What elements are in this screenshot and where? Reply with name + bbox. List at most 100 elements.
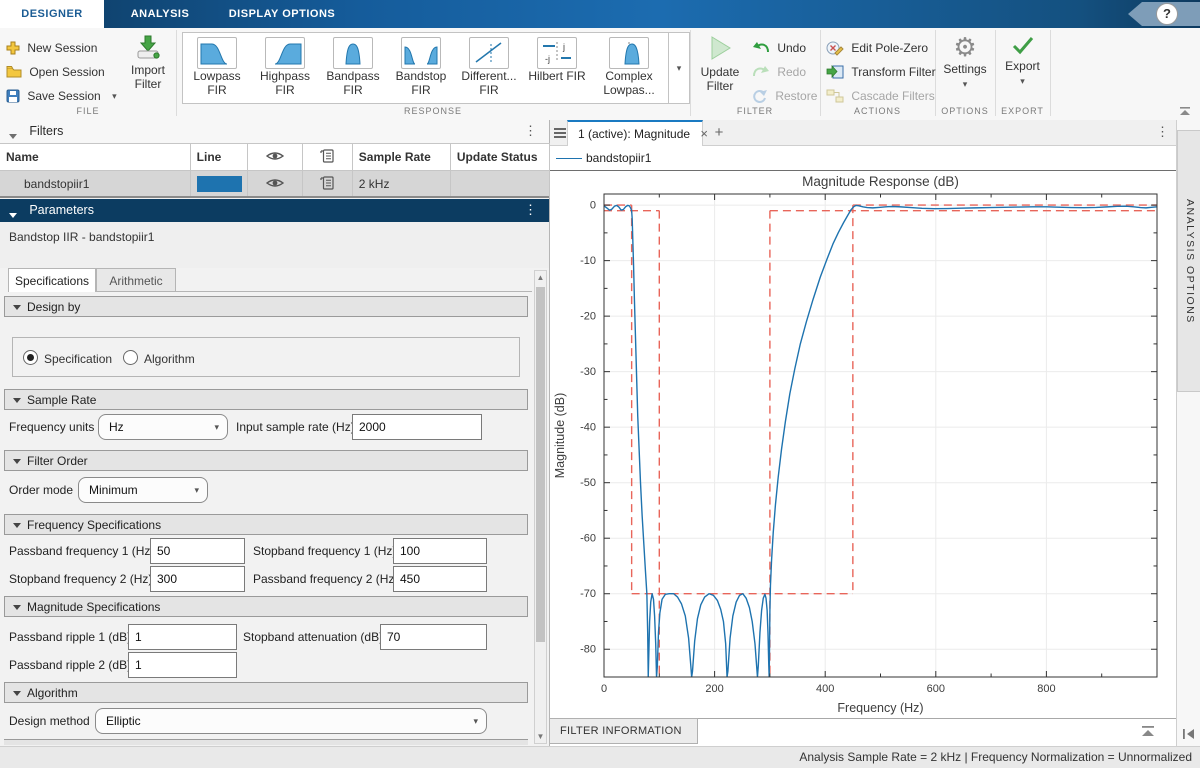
svg-text:Magnitude (dB): Magnitude (dB): [553, 393, 567, 478]
parameters-menu-icon[interactable]: ⋮: [524, 203, 537, 217]
legend-label: bandstopiir1: [586, 151, 651, 165]
analysis-options-tab[interactable]: ANALYSIS OPTIONS: [1177, 130, 1200, 392]
gear-icon: ⚙: [935, 32, 995, 62]
input-sample-rate-field[interactable]: [352, 414, 482, 440]
col-update-status: Update Status: [450, 144, 549, 171]
tab-designer[interactable]: DESIGNER: [0, 0, 104, 28]
dropdown-chevron-icon: ▾: [214, 415, 219, 439]
stopband-attenuation-field[interactable]: [380, 624, 487, 650]
tab-list-icon[interactable]: [554, 128, 566, 138]
display-tab-active[interactable]: 1 (active): Magnitude ×: [567, 120, 703, 146]
line-color-cell[interactable]: [190, 171, 247, 198]
status-text: Analysis Sample Rate = 2 kHz | Frequency…: [799, 750, 1192, 764]
ribbon: New Session Open Session Save Session ▾ …: [0, 28, 1200, 121]
open-session-button[interactable]: Open Session: [6, 60, 105, 82]
svg-text:Magnitude Response (dB): Magnitude Response (dB): [802, 174, 959, 189]
parameters-panel-header[interactable]: Parameters ⋮: [0, 199, 549, 222]
filters-table: Name Line Sample Rate Update Status band…: [0, 143, 550, 198]
cascade-filters-button[interactable]: Cascade Filters: [826, 84, 935, 106]
save-session-button[interactable]: Save Session ▾: [6, 84, 117, 106]
stopband-attenuation-label: Stopband attenuation (dB): [243, 624, 383, 650]
export-button[interactable]: Export ▾: [995, 34, 1050, 85]
undo-icon: [752, 41, 770, 55]
radio-specification[interactable]: Specification: [23, 350, 112, 366]
play-icon: [706, 34, 734, 62]
filters-menu-icon[interactable]: ⋮: [524, 124, 537, 138]
actions-section-label: ACTIONS: [820, 106, 935, 118]
edit-pole-zero-button[interactable]: Edit Pole-Zero: [826, 36, 928, 58]
tab-analysis[interactable]: ANALYSIS: [104, 0, 216, 28]
scrollbar-thumb[interactable]: [536, 287, 545, 642]
redo-icon: [752, 65, 770, 79]
filters-panel-header[interactable]: Filters ⋮: [0, 120, 549, 144]
response-bandpass-fir[interactable]: Bandpass FIR: [319, 33, 387, 101]
section-magnitude-specifications[interactable]: Magnitude Specifications: [4, 596, 528, 617]
scroll-down-icon[interactable]: ▼: [535, 732, 546, 741]
svg-text:-70: -70: [580, 588, 596, 600]
stopband-frequency-1-label: Stopband frequency 1 (Hz): [253, 538, 396, 564]
response-highpass-fir[interactable]: Highpass FIR: [251, 33, 319, 101]
dock-left-icon[interactable]: [1182, 728, 1196, 740]
section-filter-order[interactable]: Filter Order: [4, 450, 528, 471]
undo-button[interactable]: Undo: [752, 36, 806, 58]
col-name: Name: [0, 144, 190, 171]
visibility-cell[interactable]: [247, 171, 302, 198]
save-session-chevron-icon[interactable]: ▾: [112, 91, 117, 101]
line-color-swatch[interactable]: [197, 176, 242, 192]
passband-ripple-2-field[interactable]: [128, 652, 237, 678]
section-design-by[interactable]: Design by: [4, 296, 528, 317]
radio-algorithm[interactable]: Algorithm: [123, 350, 195, 366]
options-section-label: OPTIONS: [935, 106, 995, 118]
scroll-up-icon[interactable]: ▲: [535, 273, 546, 282]
stopband-frequency-1-field[interactable]: [393, 538, 487, 564]
passband-frequency-1-label: Passband frequency 1 (Hz): [9, 538, 154, 564]
tab-arithmetic[interactable]: Arithmetic: [96, 268, 176, 292]
response-bandstop-fir[interactable]: Bandstop FIR: [387, 33, 455, 101]
stopband-frequency-2-field[interactable]: [150, 566, 245, 592]
settings-button[interactable]: ⚙ Settings ▾: [935, 32, 995, 88]
eye-icon: [266, 177, 284, 189]
display-menu-icon[interactable]: ⋮: [1156, 125, 1169, 139]
section-algorithm[interactable]: Algorithm: [4, 682, 528, 703]
col-visibility: [247, 144, 302, 171]
magnitude-response-chart[interactable]: 02004006008000-10-20-30-40-50-60-70-80Ma…: [550, 171, 1176, 718]
sample-rate-cell: 2 kHz: [352, 171, 450, 198]
response-gallery-expand-button[interactable]: ▾: [668, 32, 690, 104]
info-cell[interactable]: [302, 171, 352, 198]
order-mode-dropdown[interactable]: Minimum▾: [78, 477, 208, 503]
new-session-button[interactable]: New Session: [6, 36, 97, 58]
order-mode-label: Order mode: [9, 477, 73, 503]
help-icon[interactable]: ?: [1156, 3, 1178, 25]
redo-button[interactable]: Redo: [752, 60, 806, 82]
collapse-ribbon-icon[interactable]: [1178, 106, 1192, 117]
transform-filter-button[interactable]: Transform Filter: [826, 60, 936, 82]
update-filter-button[interactable]: Update Filter: [696, 34, 744, 93]
add-display-tab-button[interactable]: +: [710, 122, 728, 144]
tab-display-options[interactable]: DISPLAY OPTIONS: [216, 0, 348, 28]
response-lowpass-fir[interactable]: Lowpass FIR: [183, 33, 251, 101]
tab-specifications[interactable]: Specifications: [8, 268, 96, 292]
expand-panel-icon[interactable]: [1140, 725, 1156, 738]
section-sample-rate[interactable]: Sample Rate: [4, 389, 528, 410]
response-complex-lowpass[interactable]: Complex Lowpas...: [591, 33, 667, 101]
response-differentiator-fir[interactable]: Different... FIR: [455, 33, 523, 101]
close-tab-icon[interactable]: ×: [700, 126, 708, 141]
design-method-dropdown[interactable]: Elliptic▾: [95, 708, 487, 734]
import-filter-label-1: Import: [124, 63, 172, 77]
passband-frequency-2-field[interactable]: [393, 566, 487, 592]
filter-row-bandstopiir1[interactable]: bandstopiir1 2 kHz: [0, 171, 550, 198]
update-status-cell: [450, 171, 549, 198]
passband-frequency-1-field[interactable]: [150, 538, 245, 564]
parameters-panel-title: Parameters: [29, 203, 94, 217]
restore-button[interactable]: Restore: [752, 84, 817, 106]
section-frequency-specifications[interactable]: Frequency Specifications: [4, 514, 528, 535]
passband-ripple-2-label: Passband ripple 2 (dB): [9, 652, 131, 678]
filters-panel-title: Filters: [29, 124, 63, 138]
plus-icon: [6, 41, 20, 55]
import-filter-button[interactable]: Import Filter: [124, 34, 172, 91]
frequency-units-dropdown[interactable]: Hz▾: [98, 414, 228, 440]
passband-ripple-1-field[interactable]: [128, 624, 237, 650]
parameters-scrollbar[interactable]: ▲ ▼: [534, 270, 547, 744]
filter-information-tab[interactable]: FILTER INFORMATION: [550, 718, 698, 744]
response-hilbert-fir[interactable]: j-j Hilbert FIR: [523, 33, 591, 101]
